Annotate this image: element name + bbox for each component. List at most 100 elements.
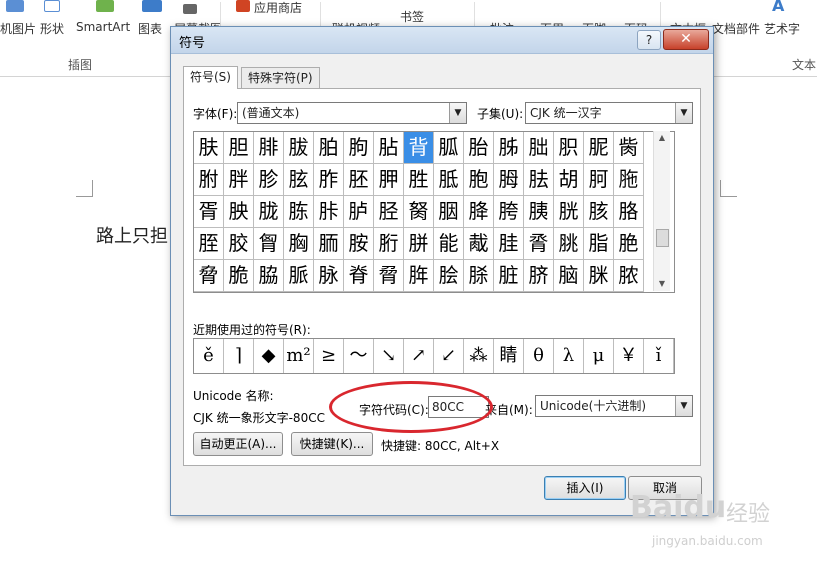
symbol-cell[interactable]: 胎 — [464, 132, 494, 164]
recent-symbol[interactable]: ￥ — [614, 339, 644, 373]
symbol-cell[interactable]: 胕 — [194, 164, 224, 196]
chevron-down-icon[interactable]: ▼ — [675, 103, 692, 123]
symbol-cell[interactable]: 朏 — [524, 132, 554, 164]
shortcut-key-button[interactable]: 快捷键(K)... — [291, 432, 373, 456]
recent-symbol[interactable]: m² — [284, 339, 314, 373]
symbol-cell[interactable]: 胲 — [584, 196, 614, 228]
symbol-cell[interactable]: 胗 — [254, 164, 284, 196]
symbol-cell[interactable]: 胡 — [554, 164, 584, 196]
ribbon-quick-parts[interactable]: 文档部件 — [712, 20, 760, 37]
symbol-cell[interactable]: 胜 — [404, 164, 434, 196]
symbol-cell[interactable]: 胿 — [494, 228, 524, 260]
symbol-cell[interactable]: 胣 — [614, 164, 644, 196]
scroll-thumb[interactable] — [656, 229, 669, 247]
symbol-cell[interactable]: 胏 — [494, 132, 524, 164]
symbol-cell[interactable]: 胨 — [284, 196, 314, 228]
symbol-cell[interactable]: 胸 — [284, 228, 314, 260]
symbol-cell[interactable]: 脒 — [584, 260, 614, 292]
symbol-cell[interactable]: 脇 — [254, 260, 284, 292]
symbol-cell[interactable]: 胞 — [464, 164, 494, 196]
symbol-cell[interactable]: 胦 — [224, 196, 254, 228]
symbol-cell[interactable]: 胙 — [314, 164, 344, 196]
recent-symbol[interactable]: λ — [554, 339, 584, 373]
symbol-cell[interactable]: 朐 — [344, 132, 374, 164]
insert-button[interactable]: 插入(I) — [544, 476, 626, 500]
symbol-cell[interactable]: 胧 — [254, 196, 284, 228]
symbol-cell[interactable]: 脐 — [524, 260, 554, 292]
symbol-cell[interactable]: 胪 — [344, 196, 374, 228]
chevron-down-icon[interactable]: ▼ — [449, 103, 466, 123]
recent-symbol[interactable]: ◆ — [254, 339, 284, 373]
symbol-cell[interactable]: 胔 — [614, 132, 644, 164]
document-text[interactable]: 路上只担 — [96, 222, 168, 248]
symbol-cell[interactable]: 胈 — [284, 132, 314, 164]
recent-symbol[interactable]: ～ — [344, 339, 374, 373]
recent-symbol[interactable]: ↘ — [374, 339, 404, 373]
scroll-down-icon[interactable]: ▼ — [654, 277, 670, 291]
symbol-cell[interactable]: 胳 — [614, 196, 644, 228]
recent-symbol[interactable]: θ — [524, 339, 554, 373]
symbol-cell[interactable]: 胵 — [194, 228, 224, 260]
symbol-cell[interactable]: 脊 — [344, 260, 374, 292]
symbol-cell[interactable]: 脓 — [614, 260, 644, 292]
symbol-cell[interactable]: 胱 — [554, 196, 584, 228]
symbol-cell[interactable]: 胺 — [344, 228, 374, 260]
chevron-down-icon[interactable]: ▼ — [675, 396, 692, 416]
ribbon-online-picture[interactable]: 机图片 — [0, 20, 36, 37]
ribbon-shapes[interactable]: 形状 — [40, 20, 64, 37]
symbol-cell[interactable]: 胷 — [254, 228, 284, 260]
symbol-cell[interactable]: 脈 — [284, 260, 314, 292]
symbol-cell[interactable]: 胚 — [344, 164, 374, 196]
symbol-cell[interactable]: 胆 — [224, 132, 254, 164]
symbol-cell[interactable]: 脀 — [524, 228, 554, 260]
ribbon-chart[interactable]: 图表 — [138, 20, 162, 37]
ribbon-wordart[interactable]: 艺术字 — [764, 20, 800, 37]
close-button[interactable]: ✕ — [663, 29, 709, 50]
symbol-cell[interactable]: 胒 — [584, 132, 614, 164]
symbol-cell[interactable]: 脌 — [404, 260, 434, 292]
dialog-titlebar[interactable]: 符号 ? ✕ — [171, 27, 713, 54]
autocorrect-button[interactable]: 自动更正(A)... — [193, 432, 283, 456]
symbol-cell[interactable]: 胖 — [224, 164, 254, 196]
symbol-cell[interactable]: 脋 — [374, 260, 404, 292]
recent-symbol[interactable]: ⁂ — [464, 339, 494, 373]
symbol-cell[interactable]: 胛 — [374, 164, 404, 196]
symbol-cell[interactable]: 胍 — [434, 132, 464, 164]
font-select[interactable]: (普通文本) ▼ — [237, 102, 467, 124]
recent-symbol[interactable]: ≥ — [314, 339, 344, 373]
symbol-cell[interactable]: 脁 — [554, 228, 584, 260]
symbol-cell[interactable]: 胉 — [314, 132, 344, 164]
recent-symbol[interactable]: ↗ — [404, 339, 434, 373]
tab-symbols[interactable]: 符号(S) — [183, 66, 238, 89]
help-button[interactable]: ? — [637, 30, 661, 50]
recent-symbol[interactable]: 睛 — [494, 339, 524, 373]
symbol-cell[interactable]: 脂 — [584, 228, 614, 260]
symbol-cell[interactable]: 胾 — [464, 228, 494, 260]
symbol-cell[interactable]: 能 — [434, 228, 464, 260]
recent-symbol[interactable]: ǐ — [644, 339, 674, 373]
symbol-cell[interactable]: 脎 — [464, 260, 494, 292]
symbol-cell[interactable]: 脍 — [434, 260, 464, 292]
symbol-cell[interactable]: 胹 — [314, 228, 344, 260]
symbol-cell[interactable]: 胭 — [434, 196, 464, 228]
subset-select[interactable]: CJK 统一汉字 ▼ — [525, 102, 693, 124]
ribbon-smartart[interactable]: SmartArt — [76, 20, 130, 34]
symbol-cell[interactable]: 胑 — [554, 132, 584, 164]
symbol-cell[interactable]: 胥 — [194, 196, 224, 228]
symbol-cell[interactable]: 胻 — [374, 228, 404, 260]
tab-special-characters[interactable]: 特殊字符(P) — [241, 67, 320, 88]
symbol-cell[interactable]: 胫 — [374, 196, 404, 228]
symbol-cell[interactable]: 胼 — [404, 228, 434, 260]
symbol-cell[interactable]: 胟 — [494, 164, 524, 196]
symbol-cell[interactable]: 胬 — [404, 196, 434, 228]
symbol-cell[interactable]: 胯 — [494, 196, 524, 228]
symbol-cell[interactable]: 胶 — [224, 228, 254, 260]
symbol-cell[interactable]: 胮 — [464, 196, 494, 228]
symbol-cell[interactable]: 脃 — [614, 228, 644, 260]
recent-symbol[interactable]: ⌉ — [224, 339, 254, 373]
symbol-cell[interactable]: 肤 — [194, 132, 224, 164]
symbol-cell[interactable]: 胰 — [524, 196, 554, 228]
recent-symbol[interactable]: μ — [584, 339, 614, 373]
symbol-cell[interactable]: 胠 — [524, 164, 554, 196]
symbol-cell[interactable]: 背 — [404, 132, 434, 164]
